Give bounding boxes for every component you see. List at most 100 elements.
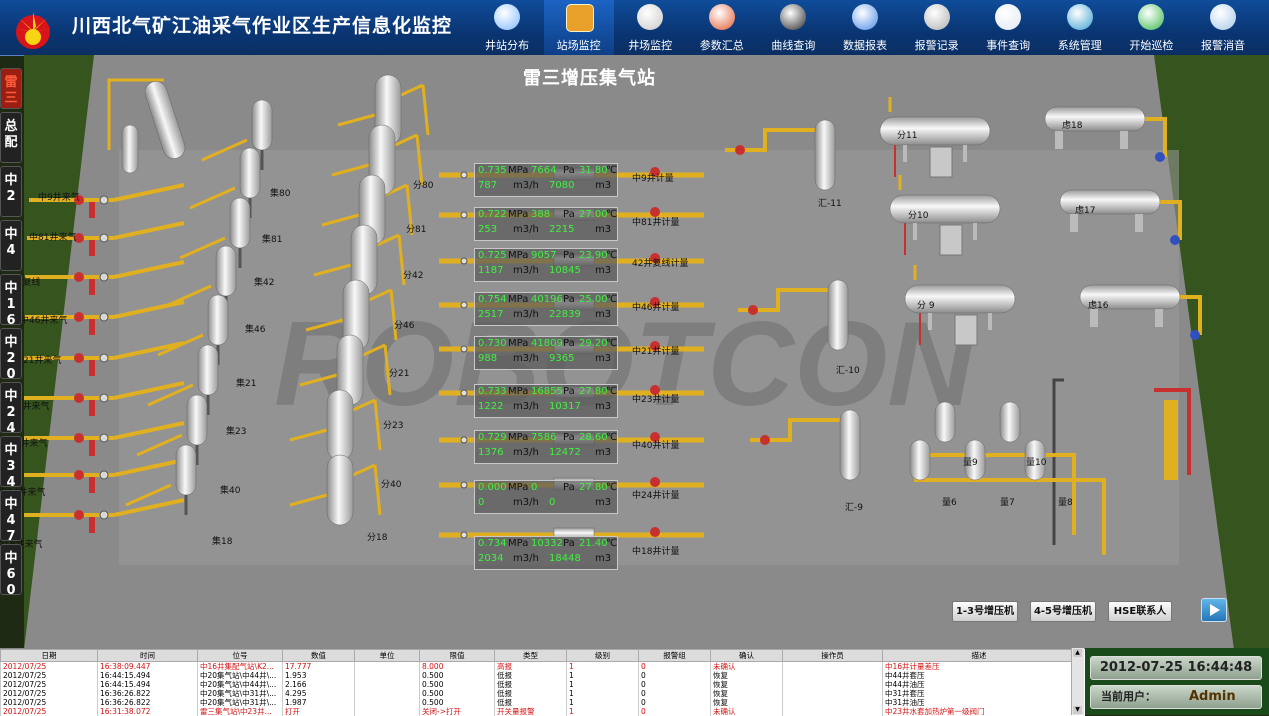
alarm-row[interactable]: 2012/07/25 16:44:15.494 中20集气站\中44井\... 1.9… [0,671,1076,680]
alarm-row[interactable]: 2012/07/25 16:38:09.447 中16井集配气站\K2... 17.7… [0,661,1076,671]
side-tab-label: 中16 [4,281,18,328]
alarm-col-header[interactable]: 类型 [494,649,567,662]
meter-name-4: 中21井计量 [632,347,680,357]
nav-map-magnifier[interactable]: 井站分布 [472,0,542,55]
collector-vessel [239,147,261,199]
alarm-col-header[interactable]: 描述 [882,649,1076,662]
side-tab-9[interactable]: 中60 [0,544,22,598]
alarm-col-header[interactable]: 限值 [419,649,495,662]
nav-data-report[interactable]: 数据报表 [830,0,900,55]
alarm-table: 日期 时间 位号 数值 单位 限值 类型 级别 报警组 确认 操作员 描述 2012/07/25 16:… [0,648,1085,716]
metering-readout[interactable]: 0.729 MPa 7586 Pa 28.60 ℃ 1376 m3/h 12472 m3 [474,430,618,464]
collector-label-4: 集21 [236,379,257,389]
alarm-row[interactable]: 2012/07/25 16:44:15.494 中20集气站\中44井\... 2.1… [0,680,1076,689]
inlet-valve [74,510,84,520]
vertical-vessel-label: 汇-10 [836,366,860,376]
side-tab-0[interactable]: 雷三 [0,68,22,109]
side-tab-5[interactable]: 中20 [0,328,22,382]
alarm-col-header[interactable]: 位号 [197,649,283,662]
meter-value-total: 7080 [549,180,575,191]
play-button[interactable] [1201,598,1227,622]
side-tab-label: 中24 [4,389,18,436]
nav-mute[interactable]: 报警消音 [1188,0,1258,55]
curve-chart-icon [780,4,807,30]
metering-readout[interactable]: 0.000 MPa 0 Pa 27.80 ℃ 0 m3/h 0 m3 [474,480,618,514]
meter-unit: Pa [563,432,575,443]
nav-well-valve[interactable]: 井场监控 [615,0,685,55]
nav-curve-chart[interactable]: 曲线查询 [758,0,828,55]
alarm-cell [354,661,420,671]
alarm-cell: 中44井油压 [882,680,1076,689]
side-tab-6[interactable]: 中24 [0,382,22,436]
alarm-cell [782,689,883,698]
meter-unit: MPa [508,209,529,220]
side-tab-2[interactable]: 中2 [0,166,22,217]
alarm-cell: 0 [638,689,711,698]
compressor-1-3-button[interactable]: 1-3号增压机 [952,601,1018,622]
nav-label: 报警记录 [914,39,959,52]
compressor-4-5-button[interactable]: 4-5号增压机 [1030,601,1096,622]
inlet-valve [74,312,84,322]
meter-value-flow: 0 [478,497,485,508]
alarm-col-header[interactable]: 时间 [97,649,198,662]
nav-patrol-recycle[interactable]: 开始巡检 [1116,0,1186,55]
metering-readout[interactable]: 0.754 MPa 40196 Pa 25.00 ℃ 2517 m3/h 22839 m3 [474,292,618,326]
collector-label-1: 集81 [262,235,283,245]
alarm-col-header[interactable]: 数值 [282,649,355,662]
meter-value-temp: 23.90 [579,250,608,261]
sep-horizontal-label: 分11 [897,131,918,141]
side-tab-4[interactable]: 中16 [0,274,22,328]
metering-readout[interactable]: 0.730 MPa 41809 Pa 29.20 ℃ 988 m3/h 9365 m3 [474,336,618,370]
alarm-cell: 0 [638,671,711,680]
metering-readout[interactable]: 0.733 MPa 16855 Pa 27.80 ℃ 1222 m3/h 10317 m3 [474,384,618,418]
meter-value-mpa: 0.734 [478,538,507,549]
alarm-row[interactable]: 2012/07/25 16:36:26.822 中20集气站\中31井\... 4.2… [0,689,1076,698]
nav-alarm-speaker[interactable]: 报警记录 [902,0,972,55]
nav-label: 系统管理 [1057,39,1102,52]
meter-name-8: 中18井计量 [632,547,680,557]
alarm-cell: 1.953 [282,671,355,680]
nav-system-settings[interactable]: 系统管理 [1045,0,1115,55]
meter-unit: m3 [595,401,612,412]
alarm-row[interactable]: 2012/07/25 16:36:26.822 中20集气站\中31井\... 1.9… [0,698,1076,707]
metering-readout[interactable]: 0.734 MPa 10332 Pa 21.40 ℃ 2034 m3/h 18448 m3 [474,536,618,570]
meter-value-total: 22839 [549,309,581,320]
metering-readout[interactable]: 0.725 MPa 9057 Pa 23.90 ℃ 1187 m3/h 10845 m3 [474,248,618,282]
alarm-col-header[interactable]: 单位 [354,649,420,662]
side-tab-1[interactable]: 总配 [0,112,22,163]
metering-readout[interactable]: 0.722 MPa 388 Pa 27.00 ℃ 253 m3/h 2215 m3 [474,207,618,241]
nav-parameter-book[interactable]: 参数汇总 [687,0,757,55]
hse-contact-button[interactable]: HSE联系人 [1108,601,1172,622]
alarm-col-header[interactable]: 级别 [566,649,639,662]
patrol-recycle-icon [1138,4,1165,30]
alarm-col-header[interactable]: 报警组 [638,649,711,662]
side-tab-8[interactable]: 中47 [0,490,22,544]
meter-unit: MPa [508,250,529,261]
station-title: 雷三增压集气站 [523,68,656,89]
meter-unit: m3 [595,553,612,564]
separator-label-0: 分80 [413,181,434,191]
meter-unit: Pa [563,250,575,261]
mute-icon [1210,4,1236,30]
meter-unit: ℃ [606,294,618,305]
alarm-scrollbar[interactable]: ▲ ▼ [1071,648,1084,715]
side-tab-3[interactable]: 中4 [0,220,22,271]
nav-station-monitor[interactable]: 站场监控 [543,0,614,55]
current-datetime: 2012-07-25 16:44:48 [1090,656,1262,680]
metering-readout[interactable]: 0.735 MPa 7664 Pa 31.80 ℃ 787 m3/h 7080 m3 [474,163,618,197]
side-tab-label: 中60 [4,551,18,598]
alarm-col-header[interactable]: 日期 [0,649,98,662]
alarm-cell: 中20集气站\中44井\... [197,680,283,689]
collector-label-2: 集42 [254,278,275,288]
side-tab-7[interactable]: 中34 [0,436,22,490]
collector-vessel [186,394,208,446]
alarm-col-header[interactable]: 确认 [710,649,783,662]
nav-event-search[interactable]: 事件查询 [973,0,1043,55]
alarm-cell [782,671,883,680]
separator-vessel [326,389,354,461]
alarm-cell: 16:36:26.822 [97,689,198,698]
nav-label: 数据报表 [843,39,887,52]
meter-unit: Pa [563,538,575,549]
meter-value-total: 9365 [549,353,575,364]
alarm-col-header[interactable]: 操作员 [782,649,883,662]
